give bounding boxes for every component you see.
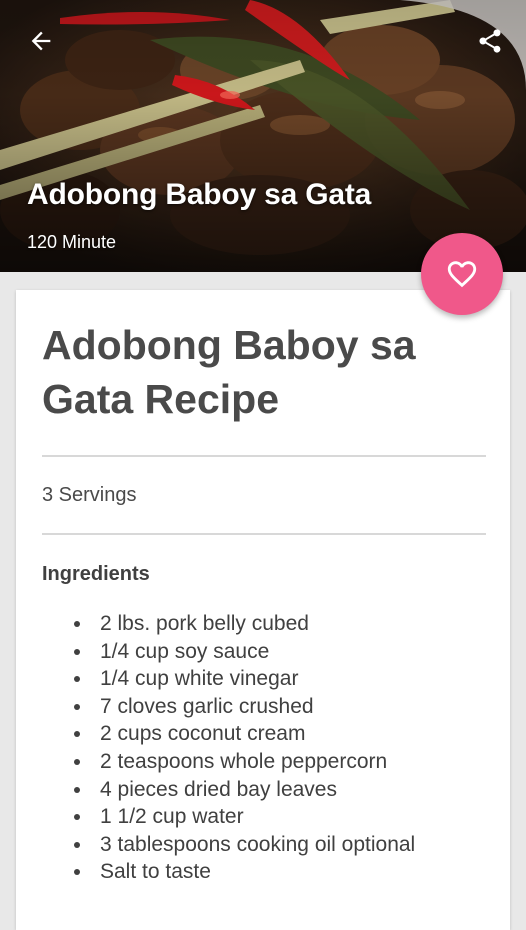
favorite-button[interactable]: [421, 233, 503, 315]
ingredient-text: 2 lbs. pork belly cubed: [100, 612, 309, 635]
bullet-icon: [74, 621, 80, 627]
ingredient-text: 4 pieces dried bay leaves: [100, 777, 337, 801]
ingredient-text: 1 1/2 cup water: [100, 805, 244, 829]
servings-text: 3 Servings: [42, 484, 137, 506]
bullet-icon: [74, 648, 80, 655]
divider: [42, 455, 486, 457]
cook-duration: 120 Minute: [27, 232, 117, 252]
bullet-icon: [74, 676, 80, 683]
ingredient-text: 1/4 cup soy sauce: [100, 639, 270, 663]
recipe-title: Adobong Baboy sa Gata Recipe: [42, 322, 416, 422]
bullet-icon: [74, 814, 80, 821]
ingredient-text: 7 cloves garlic crushed: [100, 694, 314, 718]
divider: [42, 533, 486, 535]
ingredient-item: 1/4 cup soy sauce: [74, 638, 415, 666]
ingredient-item: 1/4 cup white vinegar: [74, 665, 415, 693]
bullet-icon: [74, 869, 80, 876]
ingredient-text: Salt to taste: [100, 860, 211, 884]
ingredient-item: 7 cloves garlic crushed: [74, 693, 415, 721]
bullet-icon: [74, 703, 80, 710]
back-button[interactable]: [19, 19, 63, 63]
ingredient-text: 3 tablespoons cooking oil optional: [100, 832, 416, 856]
bullet-icon: [74, 731, 80, 738]
ingredient-text: 2 cups coconut cream: [100, 722, 306, 746]
share-icon: [479, 29, 501, 53]
bullet-icon: [74, 758, 80, 765]
arrow-back-icon: [31, 31, 51, 51]
ingredient-item: 4 pieces dried bay leaves: [74, 776, 415, 804]
ingredients-heading: Ingredients: [42, 563, 150, 585]
header-title: Adobong Baboy sa Gata: [27, 178, 372, 211]
share-button[interactable]: [468, 19, 512, 63]
ingredient-item: Salt to taste: [74, 858, 415, 886]
ingredient-item: 1 1/2 cup water: [74, 803, 415, 831]
recipe-header-image: Adobong Baboy sa Gata 120 Minute: [0, 0, 526, 272]
bullet-icon: [74, 841, 80, 848]
ingredient-item: 2 cups coconut cream: [74, 720, 415, 748]
ingredient-item: 2 teaspoons whole peppercorn: [74, 748, 415, 776]
ingredient-text: 2 teaspoons whole peppercorn: [100, 749, 388, 773]
ingredient-text: 1/4 cup white vinegar: [100, 667, 299, 691]
heart-outline-icon: [447, 261, 477, 288]
ingredients-list: 2 lbs. pork belly cubed 1/4 cup soy sauc…: [74, 610, 415, 886]
recipe-card: Adobong Baboy sa Gata Recipe 3 Servings …: [16, 290, 510, 930]
ingredient-item: 3 tablespoons cooking oil optional: [74, 831, 415, 859]
ingredient-item: 2 lbs. pork belly cubed: [74, 610, 415, 638]
bullet-icon: [74, 786, 80, 793]
